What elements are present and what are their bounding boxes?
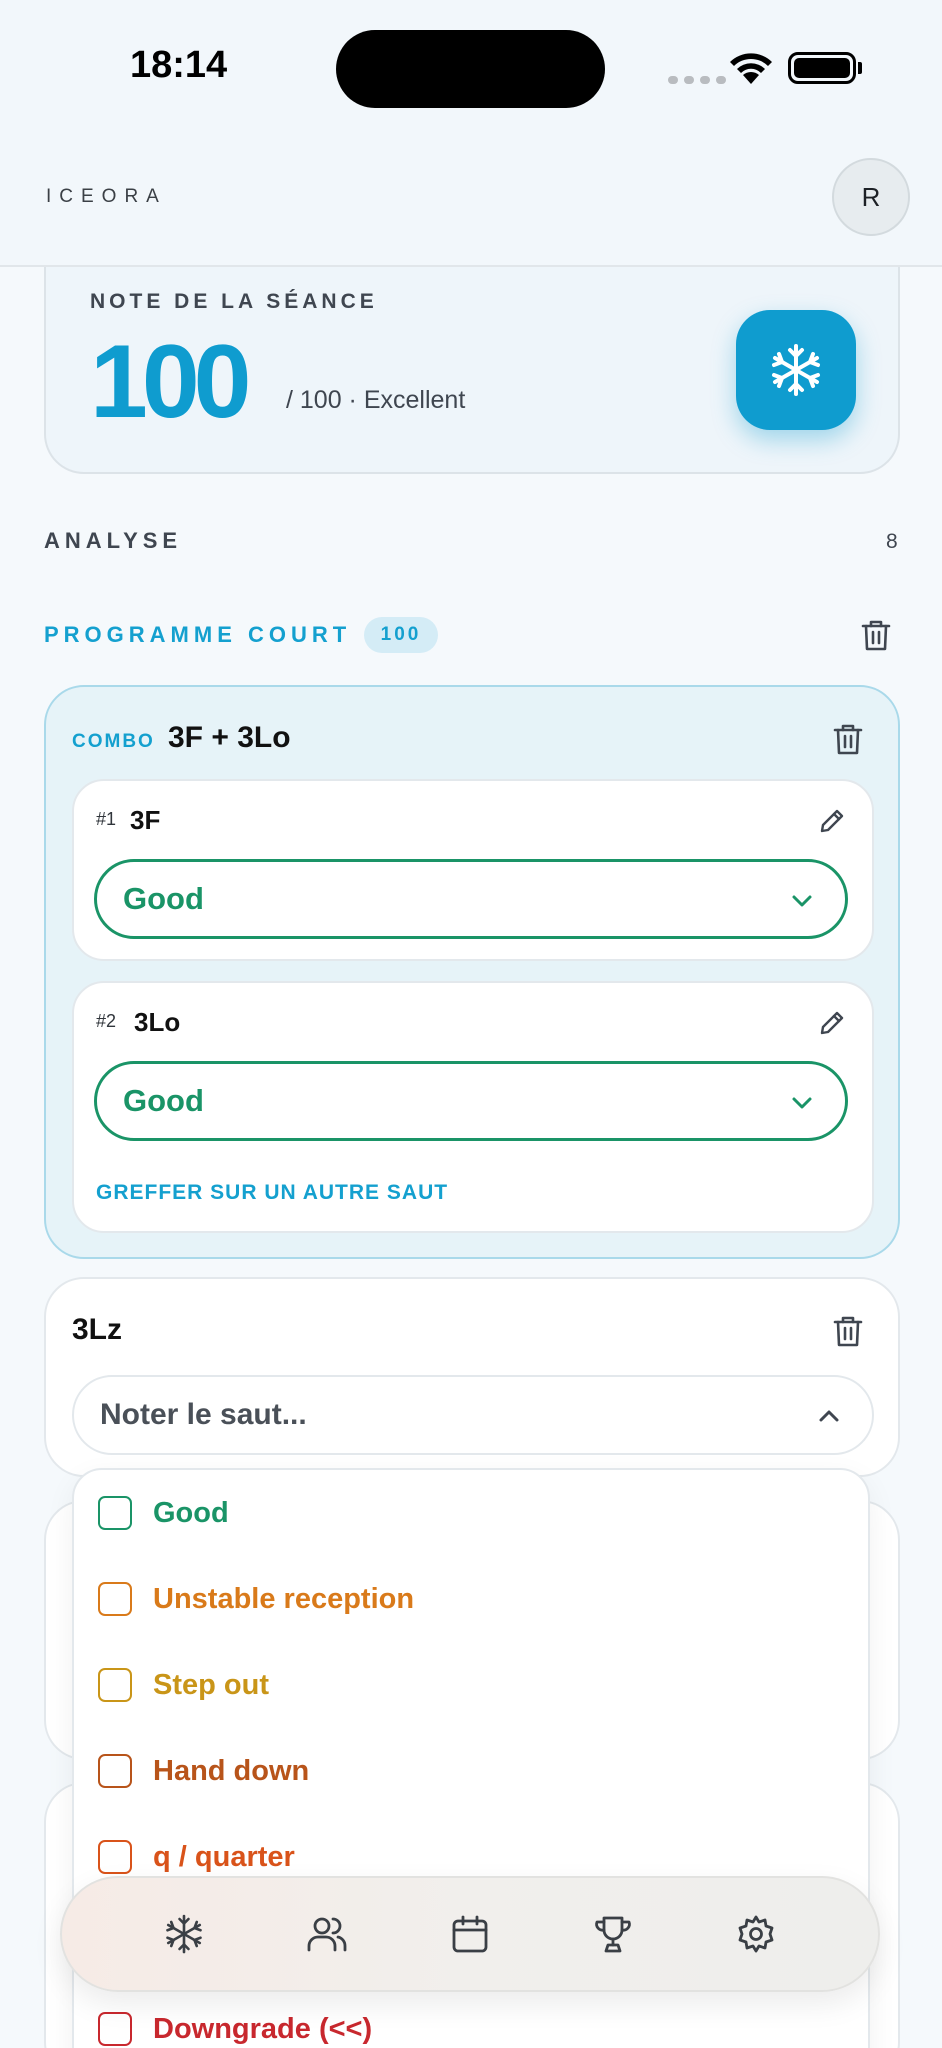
- dynamic-island: [336, 30, 605, 108]
- program-title: PROGRAMME COURT: [44, 622, 352, 647]
- snowflake-icon: [165, 1914, 202, 1954]
- grade-option-quarter[interactable]: q / quarter: [98, 1832, 295, 1882]
- pencil-icon: [820, 1011, 844, 1035]
- trash-icon: [833, 1316, 863, 1347]
- grade-option-unstable-reception[interactable]: Unstable reception: [98, 1574, 414, 1624]
- analysis-count: 8: [886, 530, 898, 553]
- combo-jump-card: #2 3Lo Good GREFFER SUR UN AUTRE SAUT: [72, 981, 874, 1233]
- checkbox-icon: [98, 1668, 132, 1702]
- users-icon: [307, 1917, 347, 1952]
- chevron-down-icon: [792, 1097, 812, 1109]
- trash-icon: [833, 724, 863, 755]
- jump-name: 3Lo: [134, 1007, 181, 1037]
- avatar[interactable]: R: [832, 158, 910, 236]
- grade-option-hand-down[interactable]: Hand down: [98, 1746, 309, 1796]
- trophy-icon: [595, 1916, 631, 1953]
- option-label: Hand down: [153, 1754, 310, 1787]
- option-label: Downgrade (<<): [153, 2012, 373, 2045]
- jump-name: 3F: [130, 805, 161, 835]
- program-score-badge: 100: [364, 617, 438, 653]
- app-logo: ICEORA: [46, 186, 167, 207]
- graft-jump-link[interactable]: GREFFER SUR UN AUTRE SAUT: [96, 1181, 448, 1205]
- tab-settings[interactable]: [726, 1904, 786, 1964]
- calendar-icon: [452, 1915, 488, 1953]
- jump-name: 3Lz: [72, 1313, 123, 1346]
- grade-value: Good: [123, 1083, 204, 1118]
- delete-combo-button[interactable]: [828, 719, 868, 759]
- trash-icon: [861, 620, 891, 651]
- pencil-icon: [820, 809, 844, 833]
- checkbox-icon: [98, 1754, 132, 1788]
- grade-option-downgrade[interactable]: Downgrade (<<): [98, 2004, 372, 2048]
- combo-name: 3F + 3Lo: [168, 721, 291, 754]
- analysis-title: ANALYSE: [44, 528, 183, 553]
- checkbox-icon: [98, 1840, 132, 1874]
- checkbox-icon: [98, 2012, 132, 2046]
- checkbox-icon: [98, 1496, 132, 1530]
- chevron-up-icon: [819, 1410, 839, 1422]
- grade-select-open[interactable]: Noter le saut...: [72, 1375, 874, 1455]
- battery-icon: [788, 52, 856, 84]
- score-value: 100: [90, 324, 252, 440]
- option-label: Unstable reception: [153, 1582, 415, 1615]
- score-subtitle: / 100 · Excellent: [286, 386, 466, 414]
- snowflake-button[interactable]: [736, 310, 856, 430]
- gear-icon: [738, 1915, 774, 1953]
- combo-jump-card: #1 3F Good: [72, 779, 874, 961]
- option-label: Good: [153, 1496, 229, 1529]
- wifi-icon: [730, 53, 772, 84]
- delete-jump-button[interactable]: [828, 1311, 868, 1351]
- session-score-card: NOTE DE LA SÉANCE 100 / 100 · Excellent: [44, 240, 900, 474]
- tab-sessions[interactable]: [154, 1904, 214, 1964]
- grade-value: Good: [123, 881, 204, 916]
- edit-jump-button[interactable]: [812, 1003, 852, 1043]
- jump-number: #2: [96, 1011, 117, 1031]
- chevron-down-icon: [792, 895, 812, 907]
- score-label: NOTE DE LA SÉANCE: [90, 290, 378, 313]
- delete-program-button[interactable]: [856, 615, 896, 655]
- jump-number: #1: [96, 809, 117, 829]
- snowflake-icon: [772, 344, 820, 396]
- grade-option-step-out[interactable]: Step out: [98, 1660, 269, 1710]
- checkbox-icon: [98, 1582, 132, 1616]
- status-bar: 18:14: [0, 0, 942, 140]
- tab-athletes[interactable]: [297, 1904, 357, 1964]
- jump-card: 3Lz Noter le saut...: [44, 1277, 900, 1477]
- grade-select[interactable]: Good: [94, 859, 848, 939]
- tab-competitions[interactable]: [583, 1904, 643, 1964]
- edit-jump-button[interactable]: [812, 801, 852, 841]
- option-label: Step out: [153, 1668, 269, 1701]
- app-header: ICEORA R: [0, 140, 942, 267]
- combo-card: COMBO 3F + 3Lo #1 3F Good #2 3Lo Good GR…: [44, 685, 900, 1259]
- tab-bar: [60, 1876, 880, 1992]
- grade-option-good[interactable]: Good: [98, 1488, 229, 1538]
- signal-icon: [668, 76, 726, 84]
- option-label: q / quarter: [153, 1840, 295, 1873]
- grade-placeholder: Noter le saut...: [100, 1398, 307, 1431]
- tab-calendar[interactable]: [440, 1904, 500, 1964]
- status-time: 18:14: [130, 44, 228, 86]
- combo-tag: COMBO: [72, 731, 155, 752]
- grade-select[interactable]: Good: [94, 1061, 848, 1141]
